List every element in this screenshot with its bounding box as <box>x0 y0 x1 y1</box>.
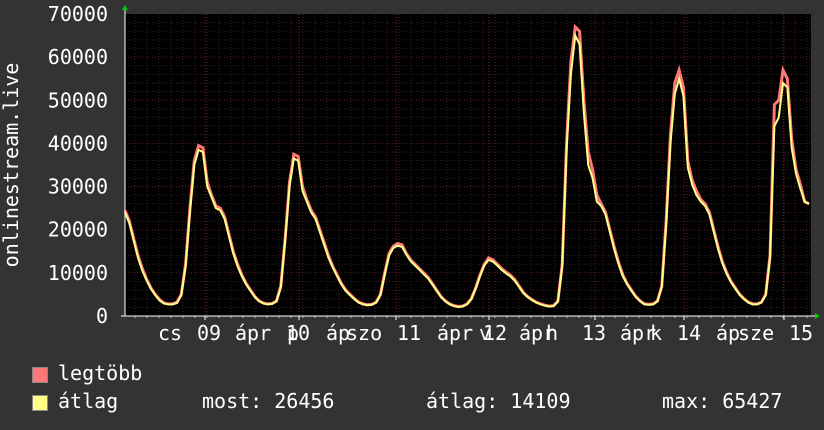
x-tick-label: 11 <box>397 321 421 345</box>
y-tick-label: 10000 <box>48 261 108 285</box>
y-tick-label: 0 <box>96 304 108 328</box>
area-chart: 0 10000 20000 30000 40000 50000 60000 70000 cs 0… <box>0 2 820 345</box>
x-tick-label: 12 <box>483 321 507 345</box>
x-tick-labels: cs 09 ápr p10 ápszo 11 ápr v12 áprh 13 áprk 14 ápsze… <box>158 321 813 345</box>
x-tick-label: ápr <box>437 321 473 345</box>
y-tick-label: 50000 <box>48 88 108 112</box>
x-tick-label: sze <box>738 321 774 345</box>
y-tick-labels: 0 10000 20000 30000 40000 50000 60000 70000 <box>48 2 108 328</box>
x-tick-label: h <box>546 321 558 345</box>
legend-avg-swatch <box>32 395 48 411</box>
x-tick-label: 14 <box>677 321 701 345</box>
chart-panel: 0 10000 20000 30000 40000 50000 60000 70000 cs 0… <box>0 0 824 430</box>
x-tick-label: ápr <box>235 321 271 345</box>
y-tick-label: 70000 <box>48 2 108 26</box>
stat-max: max: 65427 <box>662 389 783 413</box>
y-tick-label: 60000 <box>48 45 108 69</box>
x-tick-label: 13 <box>582 321 606 345</box>
x-axis-arrow <box>815 313 820 319</box>
legend-max-swatch <box>32 367 48 383</box>
stat-now: most: 26456 <box>202 389 335 413</box>
x-tick-label: áp <box>716 321 740 345</box>
x-tick-label: 15 <box>789 321 813 345</box>
x-tick-label: k <box>650 321 662 345</box>
x-tick-label: 10 <box>286 321 310 345</box>
legend-max-label: legtöbb <box>58 361 143 385</box>
y-tick-label: 40000 <box>48 131 108 155</box>
stat-avg: átlag: 14109 <box>426 389 571 413</box>
y-axis-arrow <box>122 5 128 10</box>
x-tick-label: szo <box>346 321 382 345</box>
y-tick-label: 20000 <box>48 218 108 242</box>
legend-avg-label: átlag <box>58 389 119 413</box>
x-tick-label: 09 <box>197 321 221 345</box>
x-tick-label: cs <box>158 321 182 345</box>
y-tick-label: 30000 <box>48 175 108 199</box>
y-axis-label: onlinestream.live <box>0 63 23 268</box>
